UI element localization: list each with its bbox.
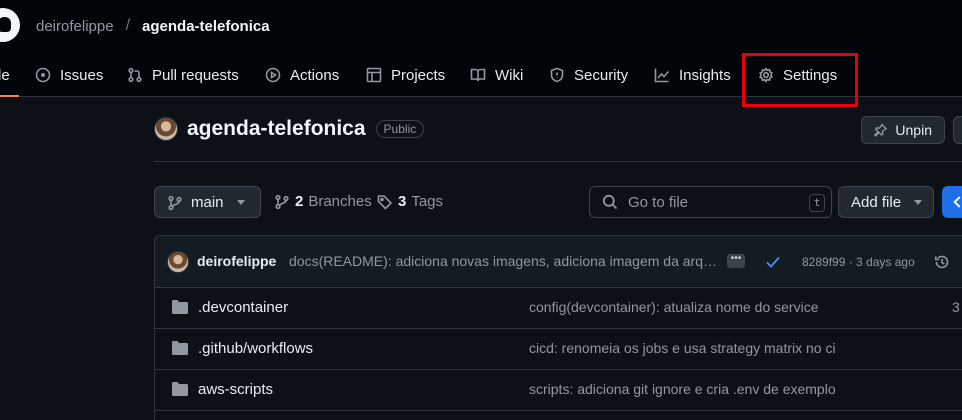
github-logo-icon[interactable]	[0, 8, 20, 42]
file-commit-date: 3	[952, 299, 960, 315]
title-divider	[154, 161, 962, 162]
tab-pull-requests[interactable]: Pull requests	[127, 62, 239, 88]
file-row[interactable]: .devcontainer config(devcontainer): atua…	[155, 288, 962, 329]
settings-highlight-annotation	[742, 53, 858, 107]
tab-insights[interactable]: Insights	[654, 62, 731, 88]
file-browser: deirofelippe docs(README): adiciona nova…	[154, 235, 962, 420]
pull-request-icon	[128, 67, 142, 83]
folder-icon	[172, 382, 188, 396]
chevron-down-icon	[914, 200, 922, 205]
tab-code[interactable]: le	[0, 62, 10, 88]
file-commit-message[interactable]: config(devcontainer): atualiza nome do s…	[529, 299, 819, 315]
tags-label: Tags	[411, 193, 444, 210]
branch-name: main	[191, 194, 224, 211]
tab-label: Security	[574, 66, 629, 84]
add-file-button[interactable]: Add file	[838, 186, 934, 218]
tab-actions[interactable]: Actions	[265, 62, 339, 88]
expand-commit-button[interactable]: •••	[727, 254, 745, 268]
tab-label: Pull requests	[152, 66, 239, 84]
file-name[interactable]: aws-scripts	[198, 381, 273, 398]
branch-icon	[168, 195, 182, 211]
tab-issues[interactable]: Issues	[35, 62, 103, 88]
folder-icon	[172, 300, 188, 314]
file-commit-message[interactable]: cicd: renomeia os jobs e usa strategy ma…	[529, 340, 836, 356]
tab-security[interactable]: Security	[549, 62, 628, 88]
repo-title: agenda-telefonica Public	[154, 117, 425, 141]
tag-icon	[377, 194, 393, 210]
repo-name[interactable]: agenda-telefonica	[187, 117, 366, 141]
breadcrumb-owner[interactable]: deirofelippe	[36, 18, 114, 35]
owner-avatar[interactable]	[154, 117, 178, 141]
commit-author[interactable]: deirofelippe	[197, 253, 276, 269]
search-icon	[602, 194, 618, 210]
tab-label: Projects	[391, 66, 446, 84]
tab-label: Insights	[679, 66, 731, 84]
branches-link[interactable]: 2 Branches	[274, 193, 372, 210]
file-name[interactable]: .devcontainer	[198, 299, 288, 316]
check-icon[interactable]	[765, 255, 781, 269]
repo-actions-button[interactable]	[953, 116, 962, 144]
go-to-file-field[interactable]: t	[589, 186, 832, 218]
branch-icon	[275, 194, 289, 209]
tab-label: Wiki	[495, 66, 524, 84]
commit-author-avatar[interactable]	[167, 251, 189, 273]
graph-icon	[654, 68, 670, 83]
tags-link[interactable]: 3 Tags	[377, 193, 443, 210]
branches-label: Branches	[308, 193, 372, 210]
commit-message[interactable]: docs(README): adiciona novas imagens, ad…	[289, 253, 719, 269]
file-commit-message[interactable]: scripts: adiciona git ignore e cria .env…	[529, 381, 836, 397]
shield-icon	[550, 67, 564, 83]
unpin-button[interactable]: Unpin	[861, 116, 945, 144]
branch-selector[interactable]: main	[154, 186, 261, 218]
tab-wiki[interactable]: Wiki	[470, 62, 523, 88]
unpin-label: Unpin	[895, 122, 932, 138]
visibility-badge: Public	[375, 120, 425, 138]
issue-icon	[35, 67, 51, 83]
breadcrumb: deirofelippe / agenda-telefonica	[36, 17, 270, 35]
code-button[interactable]	[942, 186, 962, 218]
history-icon[interactable]	[934, 254, 950, 270]
play-icon	[265, 67, 281, 83]
table-icon	[366, 67, 382, 83]
active-tab-underline	[0, 95, 19, 97]
breadcrumb-separator: /	[125, 17, 131, 34]
file-row[interactable]: .github/workflows cicd: renomeia os jobs…	[155, 329, 962, 370]
book-icon	[470, 68, 486, 82]
go-to-file-input[interactable]	[628, 193, 798, 211]
commit-sha-time[interactable]: 8289f99 · 3 days ago	[802, 255, 915, 269]
tab-label: le	[0, 66, 10, 84]
tags-count: 3	[398, 193, 407, 210]
chevron-down-icon	[237, 200, 245, 205]
branches-count: 2	[295, 193, 304, 210]
shortcut-key: t	[809, 194, 825, 212]
file-name[interactable]: .github/workflows	[198, 340, 313, 357]
latest-commit-bar: deirofelippe docs(README): adiciona nova…	[155, 236, 962, 288]
tab-projects[interactable]: Projects	[366, 62, 445, 88]
folder-icon	[172, 341, 188, 355]
file-row[interactable]: aws-scripts scripts: adiciona git ignore…	[155, 370, 962, 411]
breadcrumb-repo[interactable]: agenda-telefonica	[142, 18, 270, 35]
add-file-label: Add file	[851, 194, 902, 211]
pin-icon	[874, 123, 888, 137]
tab-label: Issues	[60, 66, 104, 84]
tab-label: Actions	[290, 66, 340, 84]
